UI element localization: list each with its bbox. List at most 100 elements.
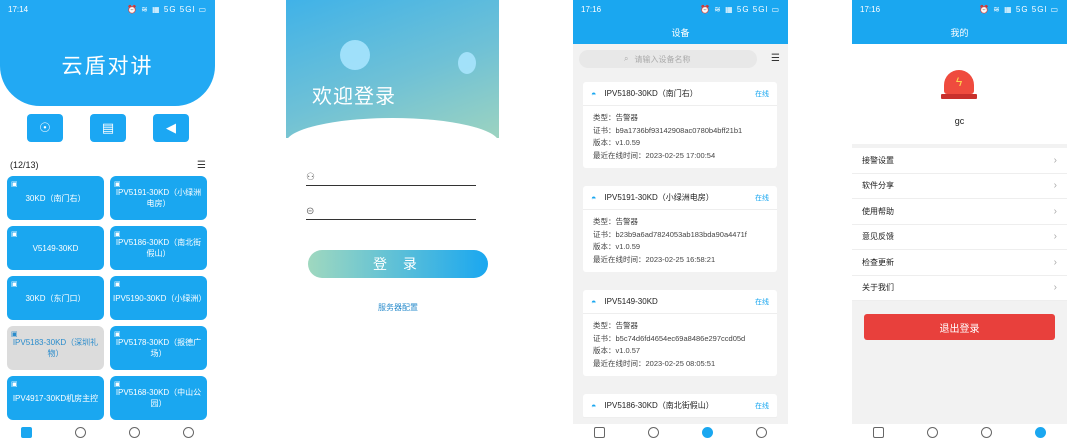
device-name: IPV5180-30KD（南门右） (604, 89, 698, 98)
mic-icon[interactable] (927, 426, 939, 438)
device-tile[interactable]: ▣ IPV5168-30KD（中山公园） (110, 376, 207, 420)
device-tile[interactable]: ▣ 30KD（东门口） (7, 276, 104, 320)
profile-card: ϟ gc (852, 44, 1067, 144)
status-badge: 在线 (755, 298, 769, 306)
menu-item-about[interactable]: 关于我们 › (852, 276, 1067, 301)
search-input[interactable]: ⌕ 请输入设备名称 (579, 50, 757, 68)
device-tile-offline[interactable]: ▣ IPV5183-30KD（深圳礼物） (7, 326, 104, 370)
device-icon: ▣ (114, 181, 121, 188)
page-title: 设备 (671, 28, 690, 38)
device-nav-icon[interactable] (701, 426, 713, 438)
device-cert: 证书：b23b9a6ad7824053ab183bda90a4471f (593, 229, 747, 239)
home-icon[interactable] (21, 426, 33, 438)
mic-icon[interactable] (75, 426, 87, 438)
device-type: 类型：告警器 (593, 113, 638, 122)
device-tile[interactable]: ▣ IPV5191-30KD（小绿洲电房） (110, 176, 207, 220)
user-icon: ⚇ (306, 172, 315, 183)
device-icon: ▣ (114, 331, 121, 338)
server-config-link[interactable]: 服务器配置 (308, 302, 488, 313)
bottom-nav (0, 424, 215, 440)
menu-item-check-update[interactable]: 检查更新 › (852, 250, 1067, 276)
device-card[interactable]: ◓ IPV5191-30KD（小绿洲电房） 在线 类型：告警器 证书：b23b9a6… (583, 186, 777, 272)
device-card[interactable]: ◓ IPV5180-30KD（南门右） 在线 类型：告警器 证书：b9a1736bf… (583, 82, 777, 168)
status-icons: ⏰ ≋ ▦ 5G 5Gl ▭ (978, 4, 1059, 14)
router-icon: ◓ (591, 192, 597, 203)
status-time: 17:14 (8, 4, 29, 14)
device-icon: ▣ (11, 381, 18, 388)
status-icons: ⏰ ≋ ▦ 5G 5Gl ▭ (699, 4, 780, 14)
filter-menu-icon[interactable]: ☰ (771, 53, 780, 64)
chevron-right-icon: › (1053, 282, 1057, 294)
alarm-button[interactable]: ☉ (27, 114, 63, 142)
siren-icon: ☉ (39, 120, 51, 135)
home-icon[interactable] (873, 426, 885, 438)
chevron-right-icon: › (1053, 154, 1057, 166)
username: gc (954, 116, 965, 126)
message-button[interactable]: ▤ (90, 114, 126, 142)
device-name: IPV5191-30KD（小绿洲电房） (604, 193, 714, 202)
status-time: 17:16 (860, 4, 881, 14)
status-icons: ⏰ ≋ ▦ 5G 5Gl ▭ (126, 4, 207, 14)
device-name: IPV5186-30KD（南北街假山） (604, 401, 714, 410)
home-icon[interactable] (594, 426, 606, 438)
welcome-title: 欢迎登录 (312, 86, 396, 108)
device-last-online: 最近在线时间：2023-02-25 17:00:54 (593, 150, 716, 160)
menu-item-alarm-settings[interactable]: 接警设置 › (852, 148, 1067, 174)
username-input[interactable] (326, 172, 474, 184)
mic-icon[interactable] (648, 426, 660, 438)
profile-icon[interactable] (1034, 426, 1046, 438)
app-title: 云盾对讲 (61, 55, 154, 78)
devices-screen: 17:16 ⏰ ≋ ▦ 5G 5Gl ▭ 设备 ⌕ 请输入设备名称 ☰ ◓ IPV… (573, 0, 788, 440)
device-card[interactable]: ◓ IPV5186-30KD（南北街假山） 在线 (583, 394, 777, 418)
device-version: 版本：v1.0.59 (593, 138, 641, 147)
device-tile[interactable]: ▣ IPV4917-30KD机房主控 (7, 376, 104, 420)
menu-item-feedback[interactable]: 意见反馈 › (852, 225, 1067, 250)
status-badge: 在线 (755, 402, 769, 410)
device-tile[interactable]: ▣ IPV5178-30KD（报德广场） (110, 326, 207, 370)
username-field[interactable]: ⚇ (306, 172, 476, 186)
device-tile[interactable]: ▣ IPV5186-30KD（南北街假山） (110, 226, 207, 270)
device-nav-icon[interactable] (128, 426, 140, 438)
profile-icon[interactable] (182, 426, 194, 438)
list-menu-icon[interactable]: ☰ (197, 160, 206, 171)
device-tile[interactable]: ▣ IPV5190-30KD（小绿洲） (110, 276, 207, 320)
device-name: IPV5149-30KD (604, 297, 658, 306)
devices-header: 17:16 ⏰ ≋ ▦ 5G 5Gl ▭ 设备 (573, 0, 788, 44)
device-tile[interactable]: ▣ V5149-30KD (7, 226, 104, 270)
device-count: (12/13) (10, 160, 39, 170)
device-last-online: 最近在线时间：2023-02-25 16:58:21 (593, 254, 716, 264)
device-icon: ▣ (114, 231, 121, 238)
alarm-light-icon: ϟ (944, 70, 974, 94)
settings-menu: 接警设置 › 软件分享 › 使用帮助 › 意见反馈 › 检查更新 › 关于我们 › (852, 148, 1067, 301)
device-icon: ▣ (11, 331, 18, 338)
status-bar: 17:16 ⏰ ≋ ▦ 5G 5Gl ▭ (852, 0, 1067, 18)
menu-item-help[interactable]: 使用帮助 › (852, 199, 1067, 225)
device-tile[interactable]: ▣ 30KD（南门右） (7, 176, 104, 220)
menu-item-share[interactable]: 软件分享 › (852, 174, 1067, 199)
alarm-base (941, 94, 977, 99)
device-version: 版本：v1.0.59 (593, 242, 641, 251)
chevron-right-icon: › (1053, 256, 1057, 268)
bottom-nav (852, 424, 1067, 440)
device-cert: 证书：b9a1736bf93142908ac0780b4bff21b1 (593, 125, 743, 135)
profile-icon[interactable] (755, 426, 767, 438)
router-icon: ◓ (591, 400, 597, 411)
chevron-right-icon: › (1053, 205, 1057, 217)
status-time: 17:16 (581, 4, 602, 14)
device-version: 版本：v1.0.57 (593, 346, 641, 355)
broadcast-button[interactable]: ◀ (153, 114, 189, 142)
password-input[interactable] (326, 206, 474, 218)
page-title: 我的 (950, 28, 969, 38)
device-nav-icon[interactable] (980, 426, 992, 438)
login-button[interactable]: 登 录 (308, 250, 488, 278)
device-card[interactable]: ◓ IPV5149-30KD 在线 类型：告警器 证书：b5c74d6fd4654e… (583, 290, 777, 376)
status-bar: 17:16 ⏰ ≋ ▦ 5G 5Gl ▭ (573, 0, 788, 18)
password-field[interactable]: ⊝ (306, 206, 476, 220)
device-last-online: 最近在线时间：2023-02-25 08:05:51 (593, 358, 716, 368)
device-icon: ▣ (11, 231, 18, 238)
status-badge: 在线 (755, 90, 769, 98)
device-type: 类型：告警器 (593, 217, 638, 226)
status-bar: 17:14 ⏰ ≋ ▦ 5G 5Gl ▭ (0, 0, 215, 18)
device-icon: ▣ (114, 381, 121, 388)
logout-button[interactable]: 退出登录 (864, 314, 1055, 340)
